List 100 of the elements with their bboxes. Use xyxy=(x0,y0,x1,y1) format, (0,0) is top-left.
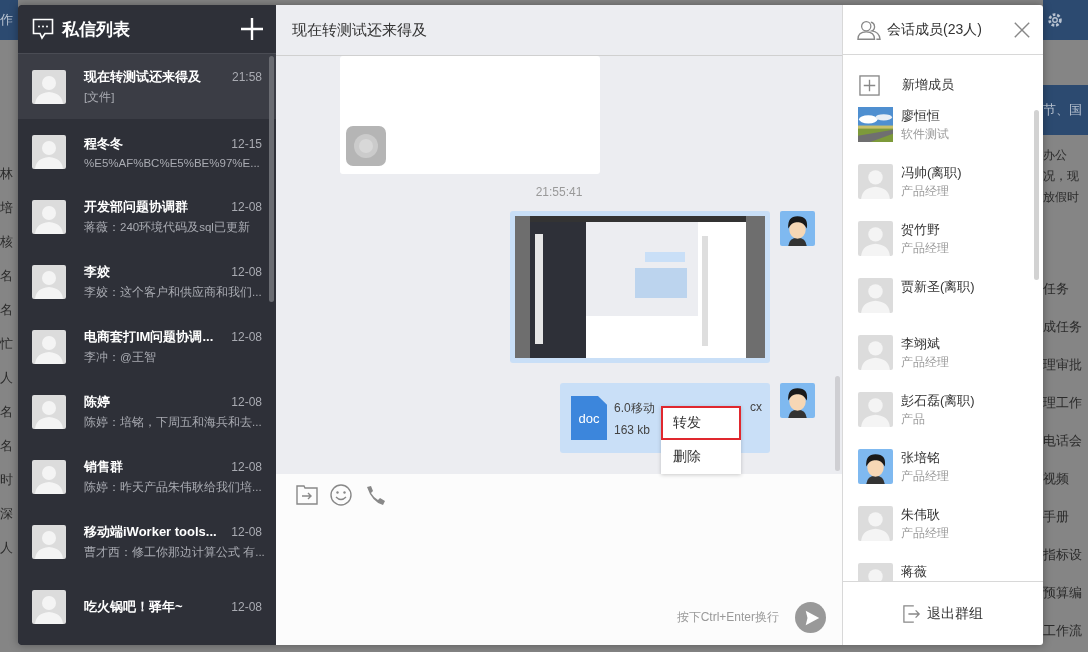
chat-time: 12-08 xyxy=(231,395,262,409)
member-item[interactable]: 冯帅(离职) 产品经理 xyxy=(858,160,1043,217)
member-role: 产品经理 xyxy=(901,469,949,484)
chat-item[interactable]: 现在转测试还来得及 21:58 [文件] xyxy=(18,54,276,119)
send-icon xyxy=(803,608,821,627)
avatar-icon xyxy=(32,524,66,559)
chat-preview: 陈婷：昨天产品朱伟耿给我们培... xyxy=(84,480,262,495)
chat-time: 21:58 xyxy=(231,70,262,84)
page-text: 预算编 xyxy=(1043,584,1083,602)
avatar-icon xyxy=(858,449,893,484)
scrollbar[interactable] xyxy=(835,376,840,471)
page-text: 手册 xyxy=(1043,508,1070,526)
page-text: 名 xyxy=(0,437,14,455)
add-member-item[interactable]: 新增成员 xyxy=(858,67,1043,103)
avatar-icon xyxy=(780,383,815,418)
page-text: 忙 xyxy=(0,335,14,353)
panel-title: 会话成员(23人) xyxy=(887,20,983,39)
member-role: 产品经理 xyxy=(901,184,950,199)
page-text: 作 xyxy=(0,11,13,29)
avatar-icon xyxy=(32,589,66,624)
file-size: 163 kb xyxy=(614,422,651,437)
avatar-icon xyxy=(858,278,893,313)
member-item[interactable]: 廖恒恒 软件测试 xyxy=(858,103,1043,160)
page-text: 名 xyxy=(0,267,14,285)
settings-icon xyxy=(1046,11,1064,29)
page-text: 名 xyxy=(0,301,14,319)
page-text: 名 xyxy=(0,403,14,421)
member-role: 产品经理 xyxy=(901,241,949,256)
message-time: 21:55:41 xyxy=(535,185,583,199)
member-name: 张培铭 xyxy=(901,449,941,467)
chat-name: 李姣 xyxy=(84,263,110,281)
scrollbar[interactable] xyxy=(269,56,274,302)
avatar-icon xyxy=(858,392,893,427)
scrollbar[interactable] xyxy=(1034,110,1039,280)
send-button[interactable] xyxy=(795,602,826,633)
chat-preview: 陈婷：培铭，下周五和海兵和去... xyxy=(84,415,262,430)
avatar-icon xyxy=(858,164,893,199)
chat-preview: 蒋薇：240环境代码及sql已更新 xyxy=(84,220,250,235)
chat-name: 现在转测试还来得及 xyxy=(84,68,201,86)
member-item[interactable]: 朱伟耿 产品经理 xyxy=(858,502,1043,559)
page-text: 人 xyxy=(0,539,14,557)
member-role: 产品 xyxy=(901,412,926,427)
member-role: 软件测试 xyxy=(901,127,949,142)
chat-preview: [文件] xyxy=(84,90,115,105)
chat-item[interactable]: 销售群 12-08 陈婷：昨天产品朱伟耿给我们培... xyxy=(18,444,276,509)
phone-icon[interactable] xyxy=(364,484,386,506)
page-text: 放假时 xyxy=(1043,189,1080,206)
member-item[interactable]: 蒋薇 xyxy=(858,559,1043,581)
member-name: 李翊斌 xyxy=(901,335,941,353)
page-text: 视频 xyxy=(1043,470,1070,488)
page-text: 任务 xyxy=(1043,280,1070,298)
member-item[interactable]: 贺竹野 产品经理 xyxy=(858,217,1043,274)
leave-group-button[interactable]: 退出群组 xyxy=(897,603,989,624)
page-text: 办公 xyxy=(1043,147,1068,164)
page-text: 指标设 xyxy=(1043,546,1083,564)
page-text: 理工作 xyxy=(1043,394,1083,412)
chat-name: 程冬冬 xyxy=(84,134,123,153)
page-text: 工作流 xyxy=(1043,622,1083,640)
folder-arrow-icon[interactable] xyxy=(296,484,318,506)
add-icon xyxy=(859,74,880,96)
chat-item[interactable]: 电商套打IM问题协调... 12-08 李冲：@王智 xyxy=(18,314,276,379)
chat-icon xyxy=(32,18,54,40)
emoji-icon[interactable] xyxy=(330,484,352,506)
chat-time: 12-08 xyxy=(231,265,262,279)
page-text: 电话会 xyxy=(1043,432,1083,450)
menu-item[interactable]: 转发 xyxy=(661,406,741,440)
member-item[interactable]: 贾新圣(离职) xyxy=(858,274,1043,331)
member-item[interactable]: 彭石磊(离职) 产品 xyxy=(858,388,1043,445)
chat-item[interactable]: 吃火锅吧！驿年~ 12-08 xyxy=(18,574,276,639)
add-icon[interactable] xyxy=(240,17,264,41)
member-role: 产品经理 xyxy=(901,355,949,370)
avatar-icon xyxy=(780,211,815,246)
member-name: 朱伟耿 xyxy=(901,506,941,524)
page-text: 培 xyxy=(0,199,14,217)
avatar-icon xyxy=(858,506,893,541)
page-text: 人 xyxy=(0,369,14,387)
avatar-icon xyxy=(32,394,66,429)
panel-title: 私信列表 xyxy=(62,18,131,41)
chat-item[interactable]: 开发部问题协调群 12-08 蒋薇：240环境代码及sql已更新 xyxy=(18,184,276,249)
chat-item[interactable]: 移动端iWorker tools... 12-08 曹才西：修工你那边计算公式 有... xyxy=(18,509,276,574)
page-text: 况，现 xyxy=(1043,168,1080,185)
people-icon xyxy=(857,18,881,41)
conversation-title: 现在转测试还来得及 xyxy=(292,20,427,40)
member-item[interactable]: 李翊斌 产品经理 xyxy=(858,331,1043,388)
chat-item[interactable]: 李姣 12-08 李姣：这个客户和供应商和我们... xyxy=(18,249,276,314)
chat-name: 移动端iWorker tools... xyxy=(84,523,217,541)
chat-item[interactable]: 陈婷 12-08 陈婷：培铭，下周五和海兵和去... xyxy=(18,379,276,444)
close-icon[interactable] xyxy=(1013,20,1031,39)
avatar-icon xyxy=(32,69,66,104)
page-text: 林 xyxy=(0,165,14,183)
avatar-icon xyxy=(32,134,66,169)
chat-time: 12-08 xyxy=(231,460,262,474)
chat-name: 销售群 xyxy=(84,458,123,476)
menu-item[interactable]: 删除 xyxy=(661,440,741,474)
chat-time: 12-08 xyxy=(231,599,262,614)
member-item[interactable]: 张培铭 产品经理 xyxy=(858,445,1043,502)
chat-preview: 曹才西：修工你那边计算公式 有... xyxy=(84,545,265,560)
chat-item[interactable]: 程冬冬 12-15 %E5%AF%BC%E5%BE%97%E... xyxy=(18,119,276,184)
member-role: 产品经理 xyxy=(901,526,949,541)
chat-preview: 李姣：这个客户和供应商和我们... xyxy=(84,285,262,300)
